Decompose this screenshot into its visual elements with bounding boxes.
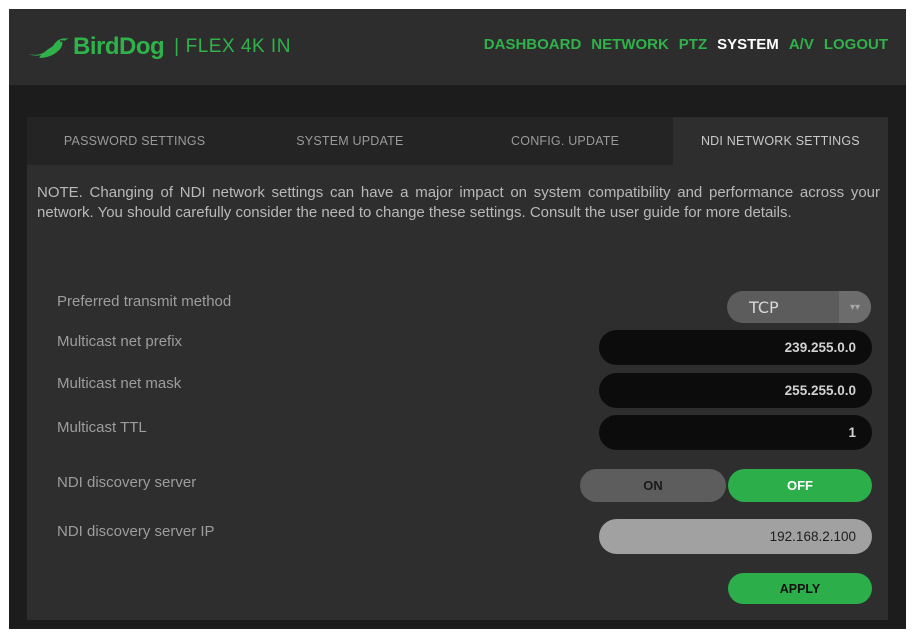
multicast-ttl-field[interactable]: 1 <box>599 415 872 450</box>
app-frame: BirdDog | FLEX 4K IN DASHBOARD NETWORK PT… <box>9 9 906 629</box>
chevron-down-icon[interactable]: ▾▾ <box>839 291 871 323</box>
multicast-prefix-label: Multicast net prefix <box>57 333 183 350</box>
multicast-mask-label: Multicast net mask <box>57 375 182 392</box>
settings-panel: PASSWORD SETTINGS SYSTEM UPDATE CONFIG. … <box>27 117 888 620</box>
main-nav: DASHBOARD NETWORK PTZ SYSTEM A/V LOGOUT <box>484 36 888 53</box>
multicast-mask-field[interactable]: 255.255.0.0 <box>599 373 872 408</box>
transmit-method-label: Preferred transmit method <box>57 293 232 310</box>
tab-system-update[interactable]: SYSTEM UPDATE <box>242 117 457 165</box>
device-model: | FLEX 4K IN <box>174 36 291 58</box>
transmit-method-select[interactable]: TCP ▾▾ <box>727 291 871 323</box>
discovery-server-ip-label: NDI discovery server IP <box>57 523 215 540</box>
logo[interactable]: BirdDog | FLEX 4K IN <box>27 29 291 65</box>
multicast-ttl-label: Multicast TTL <box>57 419 147 436</box>
tab-password-settings[interactable]: PASSWORD SETTINGS <box>27 117 242 165</box>
discovery-server-ip-field[interactable]: 192.168.2.100 <box>599 519 872 554</box>
device-model-label: FLEX 4K IN <box>185 36 291 57</box>
bird-icon <box>29 38 69 58</box>
nav-system[interactable]: SYSTEM <box>717 36 779 53</box>
tab-config-update[interactable]: CONFIG. UPDATE <box>458 117 673 165</box>
brand-separator: | <box>174 36 180 57</box>
warning-note: NOTE. Changing of NDI network settings c… <box>37 184 880 221</box>
transmit-method-value: TCP <box>749 297 779 317</box>
apply-button[interactable]: APPLY <box>728 573 872 604</box>
nav-logout[interactable]: LOGOUT <box>824 36 888 53</box>
nav-av[interactable]: A/V <box>789 36 814 53</box>
discovery-server-off-button[interactable]: OFF <box>728 469 872 502</box>
tab-ndi-network-settings[interactable]: NDI NETWORK SETTINGS <box>672 117 888 165</box>
multicast-prefix-field[interactable]: 239.255.0.0 <box>599 330 872 365</box>
settings-tabs: PASSWORD SETTINGS SYSTEM UPDATE CONFIG. … <box>27 117 888 165</box>
nav-dashboard[interactable]: DASHBOARD <box>484 36 582 53</box>
discovery-server-label: NDI discovery server <box>57 474 197 491</box>
brand-name: BirdDog <box>73 33 165 60</box>
nav-ptz[interactable]: PTZ <box>679 36 707 53</box>
nav-network[interactable]: NETWORK <box>591 36 669 53</box>
discovery-server-on-button[interactable]: ON <box>580 469 726 502</box>
top-bar: BirdDog | FLEX 4K IN DASHBOARD NETWORK PT… <box>9 9 906 85</box>
